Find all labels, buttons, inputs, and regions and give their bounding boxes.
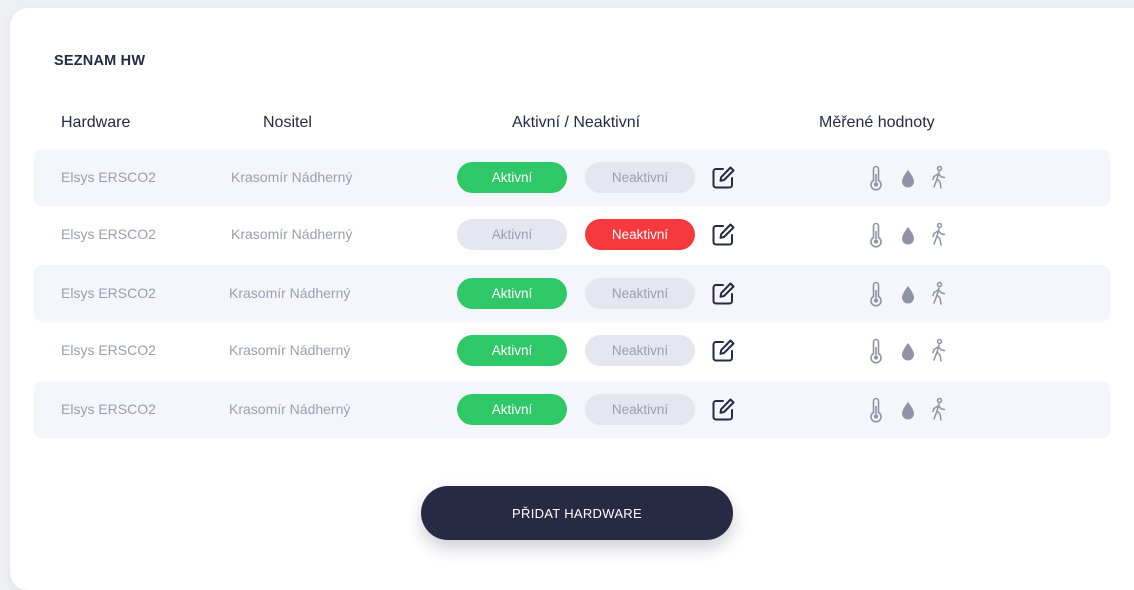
motion-walk-icon <box>932 222 946 246</box>
thermometer-icon <box>870 222 882 248</box>
column-header-nositel: Nositel <box>263 114 312 131</box>
motion-walk-icon <box>932 165 946 189</box>
edit-icon[interactable] <box>710 165 736 191</box>
humidity-drop-icon <box>902 343 914 361</box>
hardware-cell: Elsys ERSCO2 <box>61 342 156 358</box>
motion-walk-icon <box>932 281 946 305</box>
inactive-toggle-button[interactable]: Neaktivní <box>585 394 695 425</box>
table-row: Elsys ERSCO2 Krasomír Nádherný Aktivní N… <box>34 322 1110 379</box>
humidity-drop-icon <box>902 227 914 245</box>
thermometer-icon <box>870 281 882 307</box>
nositel-cell: Krasomír Nádherný <box>231 226 353 242</box>
hardware-list-card: SEZNAM HW Hardware Nositel Aktivní / Nea… <box>10 8 1134 590</box>
hardware-cell: Elsys ERSCO2 <box>61 401 156 417</box>
thermometer-icon <box>870 338 882 364</box>
edit-icon[interactable] <box>710 397 736 423</box>
edit-icon[interactable] <box>710 338 736 364</box>
nositel-cell: Krasomír Nádherný <box>231 169 353 185</box>
humidity-drop-icon <box>902 286 914 304</box>
inactive-toggle-button[interactable]: Neaktivní <box>585 278 695 309</box>
table-row: Elsys ERSCO2 Krasomír Nádherný Aktivní N… <box>34 149 1110 206</box>
active-toggle-button[interactable]: Aktivní <box>457 219 567 250</box>
column-header-status: Aktivní / Neaktivní <box>512 114 641 131</box>
motion-walk-icon <box>932 397 946 421</box>
thermometer-icon <box>870 165 882 191</box>
active-toggle-button[interactable]: Aktivní <box>457 394 567 425</box>
humidity-drop-icon <box>902 170 914 188</box>
active-toggle-button[interactable]: Aktivní <box>457 335 567 366</box>
inactive-toggle-button[interactable]: Neaktivní <box>585 219 695 250</box>
section-title: SEZNAM HW <box>54 53 146 69</box>
column-header-measured: Měřené hodnoty <box>819 114 935 131</box>
hardware-cell: Elsys ERSCO2 <box>61 226 156 242</box>
hardware-cell: Elsys ERSCO2 <box>61 169 156 185</box>
nositel-cell: Krasomír Nádherný <box>229 401 351 417</box>
column-header-hardware: Hardware <box>61 114 131 131</box>
edit-icon[interactable] <box>710 222 736 248</box>
nositel-cell: Krasomír Nádherný <box>229 342 351 358</box>
table-row: Elsys ERSCO2 Krasomír Nádherný Aktivní N… <box>34 265 1110 322</box>
active-toggle-button[interactable]: Aktivní <box>457 162 567 193</box>
inactive-toggle-button[interactable]: Neaktivní <box>585 162 695 193</box>
nositel-cell: Krasomír Nádherný <box>229 285 351 301</box>
hardware-cell: Elsys ERSCO2 <box>61 285 156 301</box>
table-row: Elsys ERSCO2 Krasomír Nádherný Aktivní N… <box>34 206 1110 263</box>
motion-walk-icon <box>932 338 946 362</box>
humidity-drop-icon <box>902 402 914 420</box>
table-row: Elsys ERSCO2 Krasomír Nádherný Aktivní N… <box>34 381 1110 438</box>
inactive-toggle-button[interactable]: Neaktivní <box>585 335 695 366</box>
add-hardware-button[interactable]: PŘIDAT HARDWARE <box>421 486 733 540</box>
active-toggle-button[interactable]: Aktivní <box>457 278 567 309</box>
thermometer-icon <box>870 397 882 423</box>
edit-icon[interactable] <box>710 281 736 307</box>
